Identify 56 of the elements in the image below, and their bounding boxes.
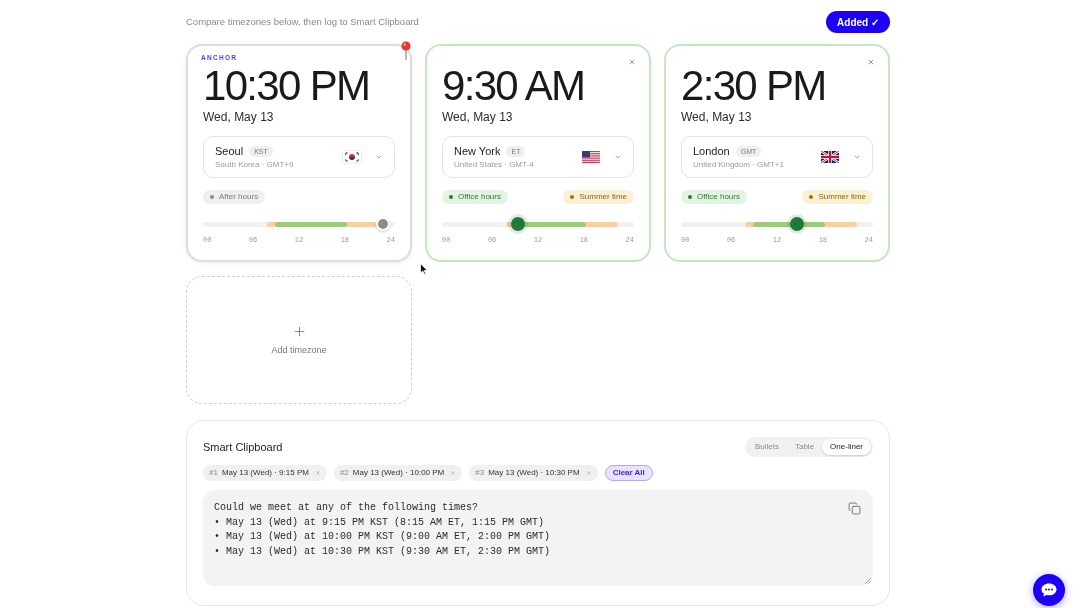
mouse-pointer-icon xyxy=(420,263,428,275)
resize-grip-icon xyxy=(865,578,871,584)
korea-flag-icon xyxy=(343,151,361,163)
city-name: London xyxy=(693,144,730,158)
status-label: After hours xyxy=(219,192,259,202)
date-label: Wed, May 13 xyxy=(203,110,274,124)
chat-bubble-icon xyxy=(1041,583,1057,597)
remove-slot-button[interactable] xyxy=(585,470,592,476)
format-tab[interactable]: One-liner xyxy=(822,439,871,455)
date-label: Wed, May 13 xyxy=(442,110,513,124)
add-timezone-card[interactable]: Add timezone xyxy=(186,276,412,404)
slot-label: May 13 (Wed) · 10:30 PM xyxy=(488,468,580,478)
slot-number: #1 xyxy=(209,468,218,478)
city-name: New York xyxy=(454,144,501,158)
status-label: Office hours xyxy=(697,192,740,202)
remove-slot-button[interactable] xyxy=(450,470,457,476)
close-icon xyxy=(314,470,321,476)
region-label: South Korea · GMT+9 xyxy=(215,159,294,170)
status-label: Office hours xyxy=(458,192,501,202)
chat-button[interactable] xyxy=(1033,574,1065,606)
message-text-field[interactable]: Could we meet at any of the following times? • May 13 (Wed) at 9:15 PM KST (8:15 AM ET, 1:15 PM GMT) • May 13 (Wed) at 10:00 PM KST (9:00 AM ET, 2:00 PM GMT) • May 13 (Wed) at 10:30 PM KST (9:30 AM ET, 2:30 PM GMT) xyxy=(203,490,873,586)
timeline-thumb[interactable] xyxy=(511,217,525,231)
close-icon xyxy=(585,470,592,476)
remove-button[interactable] xyxy=(628,58,636,66)
date-label: Wed, May 13 xyxy=(681,110,752,124)
slot-label: May 13 (Wed) · 10:00 PM xyxy=(352,468,445,478)
time-display: 9:30 AM xyxy=(442,65,585,107)
remove-slot-button[interactable] xyxy=(314,470,321,476)
slot-number: #3 xyxy=(475,468,485,478)
status-label: Summer time xyxy=(818,192,866,202)
region-label: United Kingdom · GMT+1 xyxy=(693,159,784,170)
clear-all-button[interactable]: Clear All xyxy=(604,465,653,481)
region-label: United States · GMT-4 xyxy=(454,159,534,170)
timeline-thumb[interactable] xyxy=(376,217,390,231)
uk-flag-icon xyxy=(821,151,839,163)
city-name: Seoul xyxy=(215,144,244,158)
added-button[interactable]: Added ✓ xyxy=(826,11,890,33)
status-label: Summer time xyxy=(579,192,627,202)
close-icon xyxy=(867,58,875,66)
time-display: 2:30 PM xyxy=(681,65,826,107)
us-flag-icon xyxy=(582,151,600,163)
instruction-text: Compare timezones below, then log to Smart Clipboard xyxy=(186,16,419,28)
slot-label: May 13 (Wed) · 9:15 PM xyxy=(221,468,309,478)
close-icon xyxy=(450,470,457,476)
copy-icon xyxy=(848,502,861,515)
panel-title: Smart Clipboard xyxy=(203,440,283,454)
timeline-thumb[interactable] xyxy=(790,217,804,231)
copy-button[interactable] xyxy=(848,502,861,515)
chevron-down-icon xyxy=(375,153,383,161)
time-display: 10:30 PM xyxy=(203,65,370,107)
plus-icon xyxy=(291,324,307,339)
remove-button[interactable] xyxy=(867,58,875,66)
chevron-down-icon xyxy=(853,153,861,161)
close-icon xyxy=(628,58,636,66)
chevron-down-icon xyxy=(614,153,622,161)
slot-number: #2 xyxy=(339,468,349,478)
